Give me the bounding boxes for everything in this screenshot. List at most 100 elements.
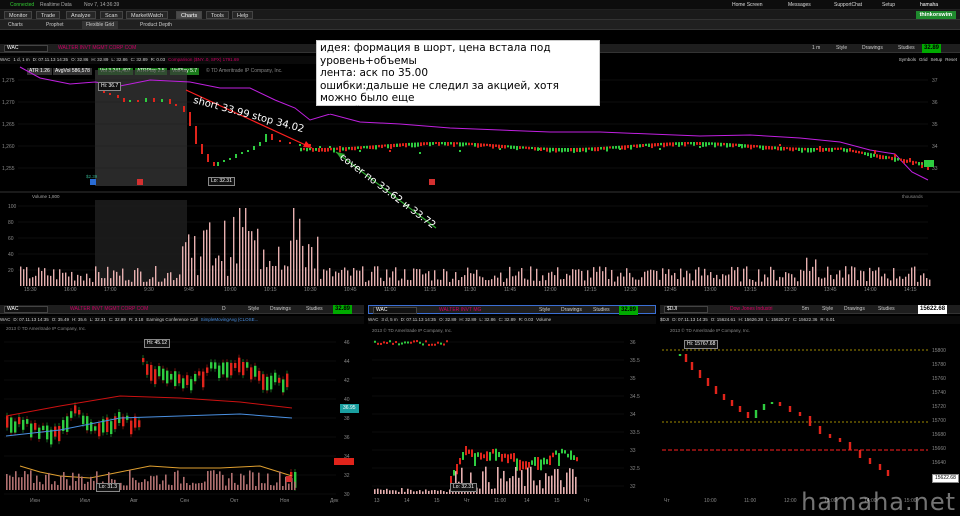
volume-bar xyxy=(59,269,61,286)
volume-bar xyxy=(608,279,610,286)
lm-candle xyxy=(377,342,379,345)
tab-trade[interactable]: Trade xyxy=(36,11,61,19)
lr-symbol-input[interactable]: $DJI xyxy=(664,306,708,313)
price-tick xyxy=(351,146,353,151)
ll-candle xyxy=(230,362,233,376)
volume-bar xyxy=(602,271,604,286)
lm-candle xyxy=(386,341,388,344)
subtab-flexible-grid[interactable]: Flexible Grid xyxy=(82,21,119,29)
price-tick xyxy=(321,147,323,152)
price-tick xyxy=(657,143,659,147)
price-tick xyxy=(633,144,635,147)
price-tick xyxy=(660,142,662,146)
ll-volume-bar xyxy=(141,482,143,490)
ll-volume-bar xyxy=(75,481,77,490)
ll-volume-bar xyxy=(174,471,176,490)
volume-label: Volume 1,800 xyxy=(32,194,60,199)
volume-bar xyxy=(134,270,136,286)
lm-studies[interactable]: Studies xyxy=(593,307,610,313)
volume-bar xyxy=(455,272,457,286)
main-x-tick: 11:00 xyxy=(384,287,396,292)
ll-volume-bar xyxy=(294,481,296,490)
volume-bar xyxy=(155,266,157,286)
lm-candle xyxy=(504,453,506,458)
tab-charts[interactable]: Charts xyxy=(176,11,203,19)
lr-studies[interactable]: Studies xyxy=(878,306,895,312)
tab-monitor[interactable]: Monitor xyxy=(4,11,33,19)
ll-drawings[interactable]: Drawings xyxy=(270,306,291,312)
volume-bar xyxy=(227,275,229,286)
ll-style[interactable]: Style xyxy=(248,306,259,312)
ll-volume-bar xyxy=(39,481,41,490)
price-tick xyxy=(582,147,584,152)
lr-candle xyxy=(886,470,890,476)
tab-tools[interactable]: Tools xyxy=(206,11,229,19)
main-company-name: WALTER INVT MGMT CORP COM xyxy=(58,45,137,51)
main-right-tick: 37 xyxy=(932,78,938,84)
tab-scan[interactable]: Scan xyxy=(100,11,123,19)
lm-y-tick: 35.5 xyxy=(630,358,640,364)
ll-volume-bar xyxy=(42,484,44,490)
volume-bar xyxy=(746,266,748,286)
tab-analyze[interactable]: Analyze xyxy=(66,11,96,19)
volume-bar xyxy=(821,278,823,286)
subtab-prophet[interactable]: Prophet xyxy=(42,21,68,29)
volume-bar xyxy=(893,268,895,286)
lm-drawings[interactable]: Drawings xyxy=(561,307,582,313)
volume-bar xyxy=(98,272,100,286)
thinkorswim-button[interactable]: thinkorswim xyxy=(915,11,956,19)
lr-style[interactable]: Style xyxy=(822,306,833,312)
price-tick xyxy=(876,154,878,158)
volume-bar xyxy=(125,280,127,286)
lm-x-tick: 15 xyxy=(434,498,440,504)
ll-y-tick: 40 xyxy=(344,397,350,403)
ll-symbol-input[interactable]: WAC xyxy=(4,306,48,313)
volume-bar xyxy=(170,272,172,286)
lm-price-chart[interactable]: 36 35.5 35 34.5 34 33.5 33 32.5 32 13 14 15 Чт 11:00 1… xyxy=(368,326,656,506)
subtab-charts[interactable]: Charts xyxy=(4,21,27,29)
ll-volume-bar xyxy=(177,470,179,490)
lm-candle xyxy=(443,343,445,346)
ll-volume-bar xyxy=(123,485,125,490)
lr-quote-line: $DJI D: 07.11.13 14:35 O: 15624.61 H: 15626… xyxy=(660,316,960,324)
tab-help[interactable]: Help xyxy=(232,11,254,19)
volume-bar xyxy=(788,273,790,286)
setup-link[interactable]: Setup xyxy=(882,2,895,8)
price-tick xyxy=(918,162,920,166)
support-chat-link[interactable]: SupportChat xyxy=(834,2,862,8)
lm-volume-bar xyxy=(509,478,511,494)
ll-studies[interactable]: Studies xyxy=(306,306,323,312)
ll-price-chart[interactable]: 464442403836343230Июн Июл Авг Сен Окт Ноя Дек xyxy=(0,326,364,506)
volume-bar xyxy=(497,277,499,286)
drawings-menu[interactable]: Drawings xyxy=(862,45,883,51)
home-screen-link[interactable]: Home Screen xyxy=(732,2,763,8)
ll-candle xyxy=(242,362,245,376)
lm-volume-bar xyxy=(575,476,577,494)
price-tick xyxy=(363,146,365,149)
subtab-product-depth[interactable]: Product Depth xyxy=(136,21,176,29)
period-selector[interactable]: 1 m xyxy=(812,45,820,51)
lm-candle xyxy=(462,452,464,460)
ll-candle xyxy=(46,425,49,440)
style-menu[interactable]: Style xyxy=(836,45,847,51)
volume-bar xyxy=(809,270,811,286)
ll-candle xyxy=(106,417,109,433)
tab-marketwatch[interactable]: MarketWatch xyxy=(126,11,169,19)
studies-menu[interactable]: Studies xyxy=(898,45,915,51)
price-tick xyxy=(783,146,785,151)
price-candle xyxy=(265,134,267,142)
ll-period[interactable]: D xyxy=(222,306,226,312)
price-tick xyxy=(462,142,464,147)
lm-symbol-input[interactable]: WAC xyxy=(373,307,417,314)
price-candle xyxy=(169,99,171,104)
volume-bar xyxy=(38,267,40,286)
price-tick xyxy=(645,143,647,146)
main-symbol-input[interactable]: WAC xyxy=(4,45,48,52)
lr-price-chart[interactable]: 15800 15780 15760 15740 15720 15700 15680 15660… xyxy=(660,326,960,506)
volume-bar xyxy=(461,277,463,286)
lr-period[interactable]: 5m xyxy=(802,306,809,312)
lr-drawings[interactable]: Drawings xyxy=(844,306,865,312)
messages-link[interactable]: Messages xyxy=(788,2,811,8)
volume-bar xyxy=(875,270,877,286)
lm-style[interactable]: Style xyxy=(539,307,550,313)
